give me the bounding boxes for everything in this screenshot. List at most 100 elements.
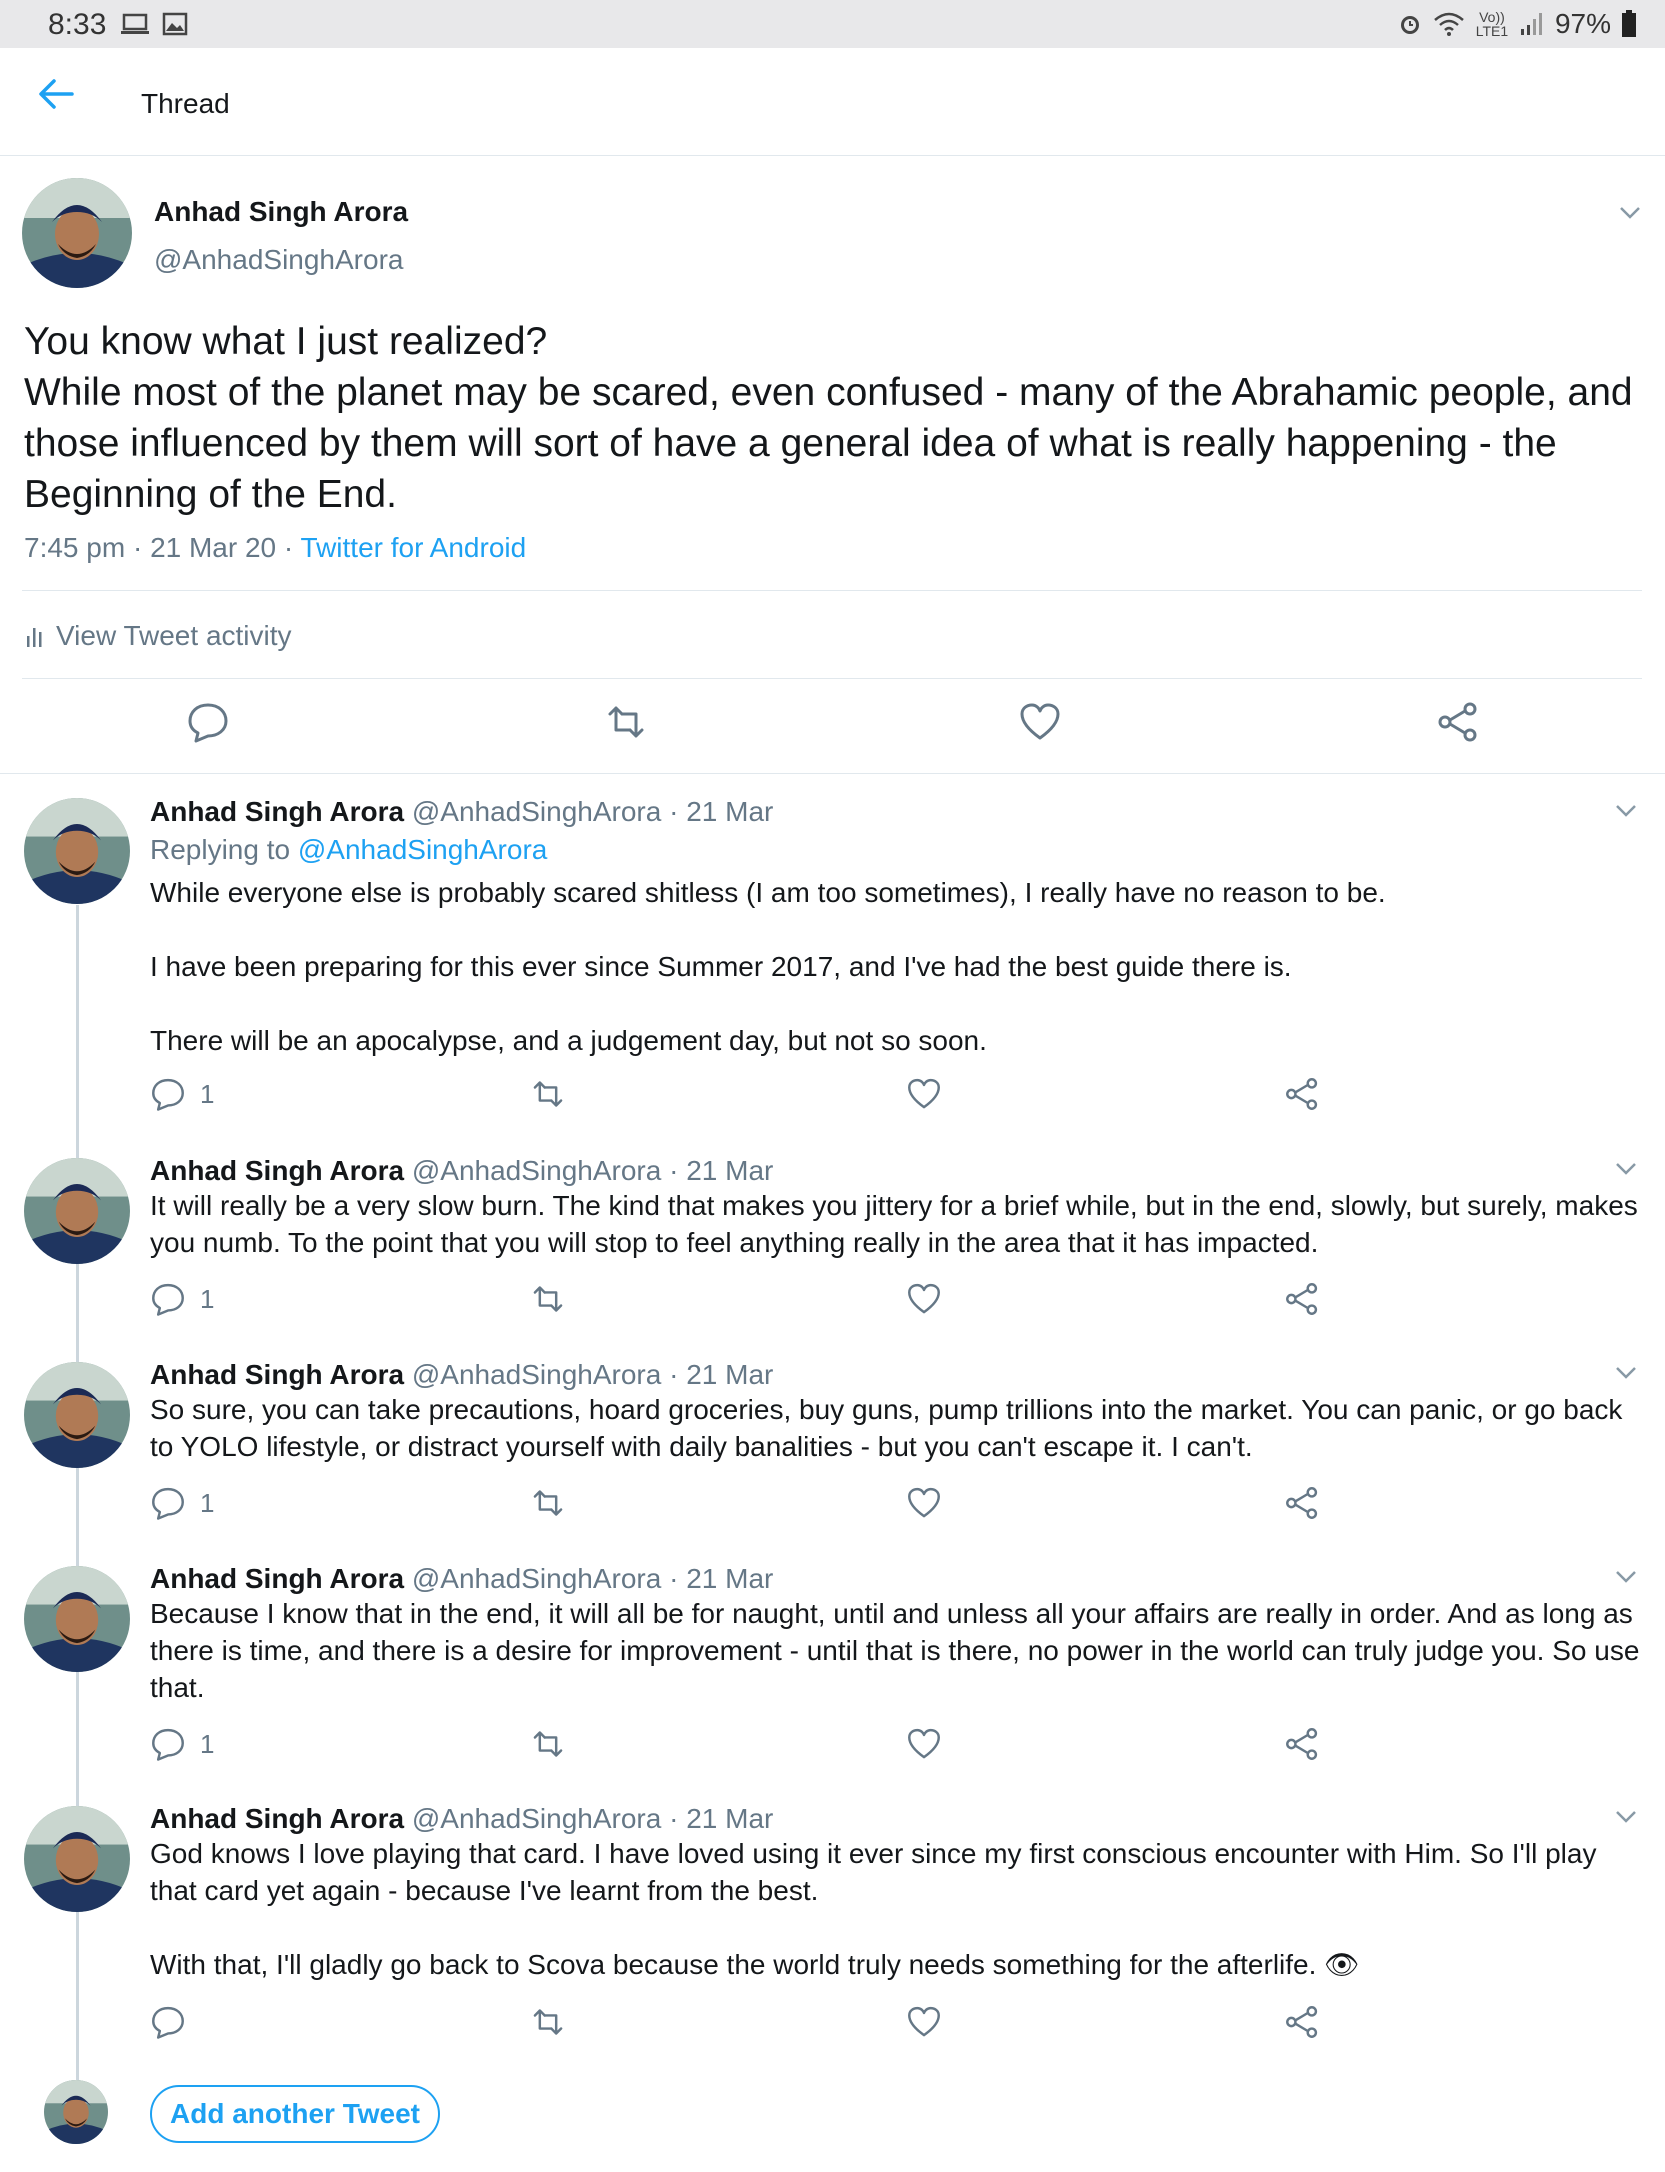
replying-to: Replying to @AnhadSinghArora — [150, 834, 547, 866]
retweet-icon — [530, 1076, 566, 1112]
retweet-button[interactable] — [530, 1485, 566, 1521]
like-button[interactable] — [906, 1726, 942, 1762]
retweet-button[interactable] — [530, 1726, 566, 1762]
retweet-button[interactable] — [530, 2004, 566, 2040]
like-button[interactable] — [906, 1485, 942, 1521]
reply-count: 1 — [200, 1283, 215, 1314]
reply-count: 1 — [200, 1078, 215, 1109]
author-handle[interactable]: @AnhadSinghArora — [412, 1563, 661, 1594]
retweet-button[interactable] — [530, 1281, 566, 1317]
like-button[interactable] — [906, 2004, 942, 2040]
share-button[interactable] — [1284, 1485, 1320, 1521]
reply-actions: 1 — [0, 1076, 1665, 1116]
reply-paragraph: So sure, you can take precautions, hoard… — [150, 1394, 1623, 1462]
retweet-button[interactable] — [530, 1076, 566, 1112]
author-name[interactable]: Anhad Singh Arora — [150, 1359, 404, 1390]
avatar[interactable] — [24, 1158, 130, 1264]
tweet-date: 21 Mar 20 — [150, 532, 277, 563]
author-handle[interactable]: @AnhadSinghArora — [412, 796, 661, 827]
meta-separator: · — [669, 1359, 679, 1390]
laptop-icon — [121, 13, 149, 34]
author-handle[interactable]: @AnhadSinghArora — [154, 244, 403, 276]
reply-paragraph: I have been preparing for this ever sinc… — [150, 951, 1292, 982]
avatar[interactable] — [22, 178, 132, 288]
meta-separator: · — [669, 1563, 679, 1594]
view-tweet-activity-button[interactable]: View Tweet activity — [26, 620, 292, 652]
activity-bars-icon — [27, 628, 42, 647]
reply-paragraph: With that, I'll gladly go back to Scova … — [150, 1949, 1360, 1980]
share-icon[interactable] — [1436, 700, 1480, 744]
divider — [22, 678, 1642, 679]
reply-header: Anhad Singh Arora @AnhadSinghArora · 21 … — [150, 1155, 773, 1187]
author-name[interactable]: Anhad Singh Arora — [150, 1803, 404, 1834]
reply-text: So sure, you can take precautions, hoard… — [150, 1391, 1640, 1465]
reply-actions: 1 — [0, 1726, 1665, 1766]
battery-level: 97% — [1554, 8, 1611, 39]
chevron-down-icon[interactable] — [1612, 796, 1640, 824]
tweet-source-link[interactable]: Twitter for Android — [301, 532, 527, 563]
status-right: Vo)) LTE1 97% — [1397, 8, 1637, 40]
reply-date: 21 Mar — [686, 1803, 774, 1834]
reply-header: Anhad Singh Arora @AnhadSinghArora · 21 … — [150, 1563, 773, 1595]
like-heart-icon — [906, 2004, 942, 2040]
reply-paragraph: There will be an apocalypse, and a judge… — [150, 1025, 987, 1056]
tweet-actions — [0, 700, 1665, 760]
tweet-text-line: While most of the planet may be scared, … — [24, 371, 1633, 516]
like-button[interactable] — [906, 1281, 942, 1317]
reply-icon[interactable] — [186, 700, 230, 744]
chevron-down-icon[interactable] — [1616, 198, 1644, 226]
reply-icon — [150, 1726, 186, 1762]
reply-button[interactable]: 1 — [150, 1726, 214, 1762]
avatar[interactable] — [24, 1362, 130, 1468]
replying-to-link[interactable]: @AnhadSinghArora — [298, 834, 547, 865]
chevron-down-icon[interactable] — [1612, 1358, 1640, 1386]
status-left-icons — [120, 12, 188, 36]
share-icon — [1284, 1281, 1320, 1317]
share-icon — [1284, 1485, 1320, 1521]
share-icon — [1284, 2004, 1320, 2040]
alarm-icon — [1400, 16, 1419, 34]
activity-label: View Tweet activity — [56, 620, 292, 651]
add-another-tweet-button[interactable]: Add another Tweet — [150, 2085, 440, 2143]
battery-icon — [1622, 10, 1636, 37]
chevron-down-icon[interactable] — [1612, 1802, 1640, 1830]
avatar[interactable] — [24, 1806, 130, 1912]
author-name[interactable]: Anhad Singh Arora — [150, 1155, 404, 1186]
share-button[interactable] — [1284, 1076, 1320, 1112]
chevron-down-icon[interactable] — [1612, 1562, 1640, 1590]
avatar[interactable] — [24, 798, 130, 904]
retweet-icon[interactable] — [604, 700, 648, 744]
like-heart-icon — [906, 1726, 942, 1762]
author-handle[interactable]: @AnhadSinghArora — [412, 1359, 661, 1390]
author-name[interactable]: Anhad Singh Arora — [154, 196, 408, 228]
like-heart-icon — [906, 1485, 942, 1521]
share-button[interactable] — [1284, 1281, 1320, 1317]
reply-date: 21 Mar — [686, 796, 774, 827]
back-arrow-icon[interactable] — [34, 72, 78, 116]
signal-icon — [1520, 13, 1542, 35]
reply-button[interactable]: 1 — [150, 1485, 214, 1521]
share-button[interactable] — [1284, 2004, 1320, 2040]
author-handle[interactable]: @AnhadSinghArora — [412, 1155, 661, 1186]
avatar[interactable] — [24, 1566, 130, 1672]
volte-icon: Vo)) LTE1 — [1475, 9, 1509, 39]
divider — [22, 590, 1642, 591]
reply-text: Because I know that in the end, it will … — [150, 1595, 1640, 1706]
avatar — [44, 2080, 108, 2144]
reply-button[interactable]: 1 — [150, 1281, 214, 1317]
like-button[interactable] — [906, 1076, 942, 1112]
tweet-text-line: You know what I just realized? — [24, 320, 548, 363]
author-name[interactable]: Anhad Singh Arora — [150, 1563, 404, 1594]
retweet-icon — [530, 2004, 566, 2040]
reply-button[interactable]: 1 — [150, 1076, 214, 1112]
share-button[interactable] — [1284, 1726, 1320, 1762]
retweet-icon — [530, 1726, 566, 1762]
tweet-time: 7:45 pm — [24, 532, 126, 563]
like-heart-icon[interactable] — [1018, 700, 1062, 744]
author-handle[interactable]: @AnhadSinghArora — [412, 1803, 661, 1834]
chevron-down-icon[interactable] — [1612, 1154, 1640, 1182]
reply-button[interactable] — [150, 2004, 200, 2040]
author-name[interactable]: Anhad Singh Arora — [150, 796, 404, 827]
divider — [0, 773, 1665, 774]
reply-actions: 1 — [0, 1485, 1665, 1525]
